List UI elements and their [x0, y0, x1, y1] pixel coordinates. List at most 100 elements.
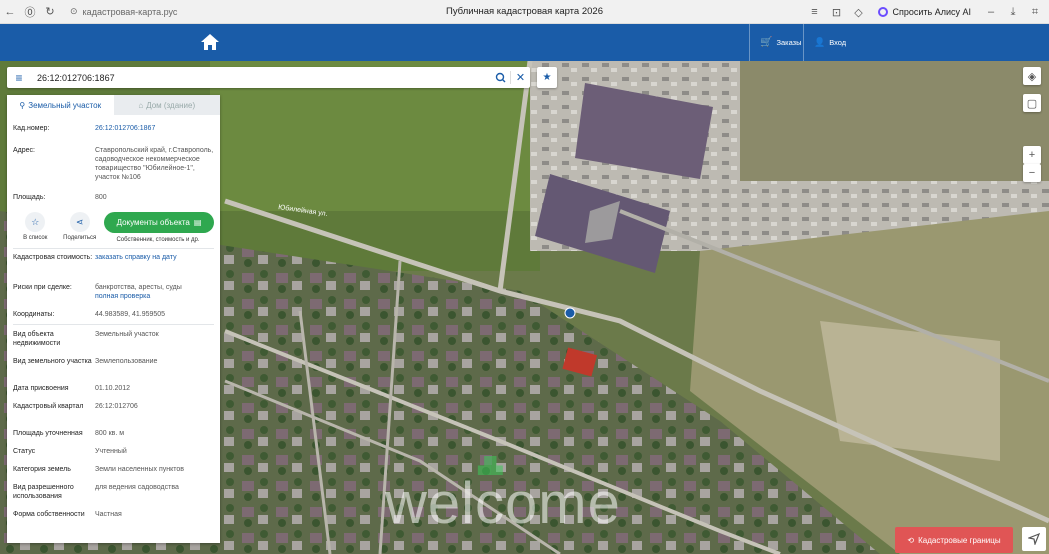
pin-icon: ⚲	[19, 100, 26, 110]
site-info-icon[interactable]: ⊙	[70, 6, 78, 17]
detail-row: Вид разрешенного использования для веден…	[7, 483, 220, 510]
ownership-key: Форма собственности	[13, 511, 85, 518]
full-check-link[interactable]: полная проверка	[95, 293, 150, 300]
tab-building[interactable]: ⌂ Дом (здание)	[113, 95, 220, 115]
coords-row: Координаты: 44.983589, 41.959505	[7, 310, 220, 324]
address-key: Адрес:	[13, 147, 35, 154]
detail-row: Вид земельного участка Землепользование	[7, 357, 220, 384]
search-icon[interactable]	[490, 72, 510, 83]
permitted-use-key: Вид разрешенного использования	[13, 484, 74, 500]
cadastral-borders-button[interactable]: ⟲ Кадастровые границы	[895, 527, 1013, 553]
minimize-icon[interactable]: –	[981, 2, 1001, 22]
docs-sub-label: Собственник, стоимость и др.	[116, 237, 200, 243]
add-to-list-label: В список	[23, 235, 48, 241]
download-icon[interactable]: ⤓	[1003, 2, 1023, 22]
land-category-value: Земли населенных пунктов	[95, 466, 185, 473]
borders-icon: ⟲	[907, 535, 915, 545]
alisa-icon	[878, 7, 889, 17]
hamburger-menu-icon[interactable]: ≡	[7, 67, 31, 88]
orders-label: Заказы	[776, 38, 802, 47]
plot-type-value: Землепользование	[95, 358, 158, 365]
bookmark-icon[interactable]: ⊡	[826, 2, 846, 22]
zoom-in-icon[interactable]: +	[1023, 146, 1041, 164]
cad-quarter-value: 26:12:012706	[95, 403, 138, 410]
cad-quarter-key: Кадастровый квартал	[13, 403, 84, 410]
status-key: Статус	[13, 448, 36, 455]
detail-row: Форма собственности Частная	[7, 510, 220, 532]
yandex-shield-icon[interactable]: ⓪	[20, 2, 40, 22]
cart-icon: 🛒	[760, 37, 773, 48]
order-certificate-link[interactable]: заказать справку на дату	[95, 253, 214, 283]
address-row: Адрес: Ставропольский край, г.Ставрополь…	[7, 146, 220, 193]
object-info-panel: ⚲ Земельный участок ⌂ Дом (здание) Кад.н…	[7, 95, 220, 543]
clear-icon[interactable]: ✕	[510, 71, 530, 84]
cad-number-value[interactable]: 26:12:012706:1867	[95, 124, 214, 146]
star-outline-icon: ☆	[25, 212, 46, 232]
login-button[interactable]: 👤 Вход	[803, 24, 856, 61]
tab-land-plot[interactable]: ⚲ Земельный участок	[7, 95, 114, 115]
tab-building-label: Дом (здание)	[146, 100, 196, 110]
detail-row: Статус Учтенный	[7, 447, 220, 465]
building-icon: ⌂	[138, 100, 144, 110]
share-label: Поделиться	[63, 235, 97, 241]
back-icon[interactable]: ←	[0, 2, 20, 22]
coords-value: 44.983589, 41.959505	[95, 311, 166, 318]
risks-key: Риски при сделке:	[13, 284, 72, 291]
risks-row: Риски при сделке: банкротства, аресты, с…	[7, 283, 220, 310]
search-input[interactable]	[31, 68, 490, 87]
login-label: Вход	[829, 38, 847, 47]
reload-icon[interactable]: ↻	[40, 2, 60, 22]
ownership-value: Частная	[95, 511, 122, 518]
area-row: Площадь: 800	[7, 193, 220, 205]
cad-value-row: Кадастровая стоимость: заказать справку …	[7, 253, 220, 283]
bookmark-add-icon[interactable]: ◇	[848, 2, 868, 22]
panel-tabs: ⚲ Земельный участок ⌂ Дом (здание)	[7, 95, 220, 115]
home-button[interactable]	[198, 30, 222, 54]
detail-row: Дата присвоения 01.10.2012	[7, 384, 220, 402]
cadastral-borders-label: Кадастровые границы	[918, 535, 1001, 545]
cad-value-key: Кадастровая стоимость:	[13, 254, 93, 261]
panel-actions: ☆ В список ⋖ Поделиться Документы объект…	[7, 212, 220, 248]
cad-number-row: Кад.номер: 26:12:012706:1867	[7, 124, 220, 146]
docs-label: Документы объекта	[116, 218, 190, 227]
cad-number-key: Кад.номер:	[13, 125, 50, 132]
detail-row: Категория земель Земли населенных пункто…	[7, 465, 220, 483]
alisa-label: Спросить Алису AI	[892, 7, 971, 17]
coords-key: Координаты:	[13, 311, 55, 318]
layers-icon[interactable]: ◈	[1023, 67, 1041, 85]
add-to-list-button[interactable]: ☆ В список	[13, 212, 58, 241]
object-type-value: Земельный участок	[95, 331, 159, 338]
land-category-key: Категория земель	[13, 466, 71, 473]
zoom-out-icon[interactable]: −	[1023, 164, 1041, 182]
share-button[interactable]: ⋖ Поделиться	[58, 212, 103, 241]
locate-me-icon[interactable]	[1022, 527, 1046, 551]
risks-value: банкротства, аресты, суды	[95, 284, 182, 291]
detail-row: Кадастровый квартал 26:12:012706	[7, 402, 220, 429]
home-icon	[201, 34, 219, 50]
user-icon: 👤	[814, 37, 826, 47]
area-precise-value: 800 кв. м	[95, 430, 125, 437]
area-key: Площадь:	[13, 194, 46, 201]
plot-type-key: Вид земельного участка	[13, 358, 92, 365]
favorites-star-icon[interactable]: ★	[537, 67, 557, 88]
url-text: кадастровая-карта.рус	[82, 6, 178, 17]
address-bar[interactable]: ⊙ кадастровая-карта.рус	[64, 3, 344, 21]
address-value: Ставропольский край, г.Ставрополь, садов…	[95, 147, 214, 181]
assign-date-key: Дата присвоения	[13, 385, 69, 392]
assign-date-value: 01.10.2012	[95, 385, 131, 392]
detail-row: Вид объекта недвижимости Земельный участ…	[7, 330, 220, 357]
search-bar: ≡ ✕	[7, 67, 530, 88]
browser-toolbar: ← ⓪ ↻ ⊙ кадастровая-карта.рус Публичная …	[0, 0, 1049, 24]
detail-row: Площадь уточненная 800 кв. м	[7, 429, 220, 447]
object-documents-button[interactable]: Документы объекта ▤	[104, 212, 214, 233]
fullscreen-icon[interactable]: ▢	[1023, 94, 1041, 112]
app-header: 🛒 Заказы 👤 Вход	[0, 24, 1049, 61]
share-icon: ⋖	[69, 212, 90, 232]
object-type-key: Вид объекта недвижимости	[13, 331, 61, 347]
extensions-icon[interactable]: ⌗	[1025, 2, 1045, 22]
document-icon: ▤	[193, 218, 202, 227]
menu-icon[interactable]: ≡	[804, 2, 824, 22]
area-precise-key: Площадь уточненная	[13, 430, 83, 437]
ask-alisa-button[interactable]: Спросить Алису AI	[870, 5, 979, 19]
permitted-use-value: для ведения садоводства	[95, 484, 179, 491]
